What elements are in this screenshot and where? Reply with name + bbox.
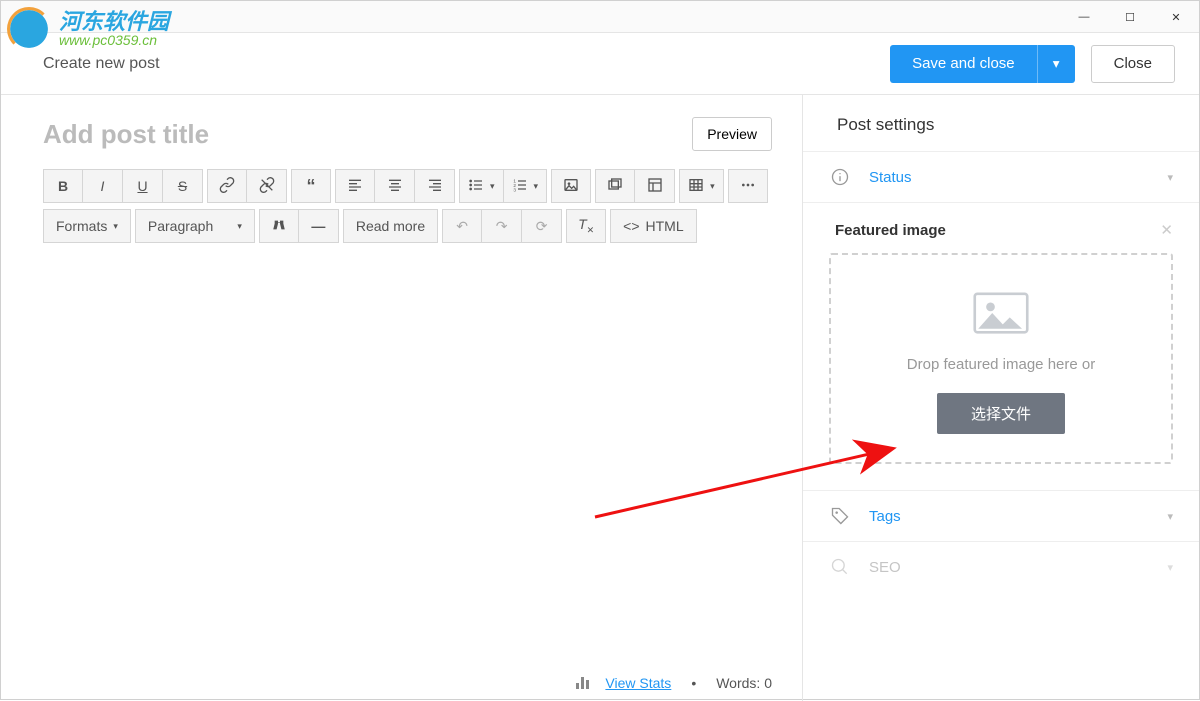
post-settings-sidebar: Post settings Status ▾ Featured image ✕ …: [803, 95, 1199, 701]
clear-format-icon: T✕: [578, 216, 594, 236]
underline-button[interactable]: U: [123, 169, 163, 203]
strikethrough-button[interactable]: S: [163, 169, 203, 203]
caret-down-icon: ▾: [237, 221, 242, 232]
hr-icon: —: [311, 218, 325, 234]
image-button[interactable]: [551, 169, 591, 203]
editor-content-area[interactable]: [43, 249, 772, 667]
dropzone-text: Drop featured image here or: [849, 356, 1153, 373]
caret-down-icon: ▾: [490, 181, 495, 192]
tags-panel-header[interactable]: Tags ▾: [803, 490, 1199, 541]
blockquote-button[interactable]: “: [291, 169, 331, 203]
image-icon: [563, 177, 579, 196]
info-icon: [829, 166, 851, 188]
dots-menu-button[interactable]: [728, 169, 768, 203]
align-left-icon: [347, 177, 363, 196]
tags-panel-label: Tags: [869, 508, 1149, 525]
window-maximize-button[interactable]: ☐: [1107, 1, 1153, 33]
tag-icon: [829, 505, 851, 527]
caret-down-icon: ▾: [113, 221, 118, 232]
binoculars-button[interactable]: [259, 209, 299, 243]
redo-icon: ↷: [496, 218, 508, 235]
media-gallery-button[interactable]: [595, 169, 635, 203]
align-right-button[interactable]: [415, 169, 455, 203]
quote-icon: “: [307, 176, 316, 197]
align-center-icon: [387, 177, 403, 196]
caret-down-icon: ▾: [1167, 171, 1173, 184]
image-placeholder-icon: [849, 291, 1153, 338]
window-titlebar: — ☐ ✕: [1, 1, 1199, 33]
formats-dropdown[interactable]: Formats▾: [43, 209, 131, 243]
history-button[interactable]: ⟳: [522, 209, 562, 243]
horizontal-rule-button[interactable]: —: [299, 209, 339, 243]
view-stats-link[interactable]: View Stats: [605, 675, 671, 691]
close-panel-icon[interactable]: ✕: [1160, 221, 1173, 239]
table-icon: [688, 177, 704, 196]
editor-toolbar-row-2: Formats▾ Paragraph▾ — Read more ↶ ↷ ⟳ T✕…: [43, 209, 772, 243]
unlink-icon: [259, 177, 275, 196]
featured-image-title: Featured image: [835, 222, 946, 239]
gallery-icon: [607, 177, 623, 196]
code-icon: <>: [623, 218, 639, 234]
binoculars-icon: [271, 217, 287, 236]
dots-horizontal-icon: [740, 177, 756, 196]
link-button[interactable]: [207, 169, 247, 203]
align-center-button[interactable]: [375, 169, 415, 203]
align-left-button[interactable]: [335, 169, 375, 203]
editor-area: Preview B I U S “ ▾: [1, 95, 803, 701]
bullet-list-icon: [468, 177, 484, 196]
window-minimize-button[interactable]: —: [1061, 1, 1107, 33]
stats-icon: [576, 677, 589, 689]
save-and-close-button[interactable]: Save and close: [890, 45, 1037, 83]
numbered-list-button[interactable]: 123 ▾: [504, 169, 548, 203]
seo-panel-label: SEO: [869, 559, 1149, 576]
post-title-input[interactable]: [43, 119, 692, 150]
featured-image-dropzone[interactable]: Drop featured image here or 选择文件: [829, 253, 1173, 464]
caret-down-icon: ▾: [1167, 561, 1173, 574]
page-header: Create new post Save and close ▾ Close: [1, 33, 1199, 95]
word-count-label: Words: 0: [716, 675, 772, 691]
featured-image-panel: Featured image ✕ Drop featured image her…: [803, 202, 1199, 490]
preview-button[interactable]: Preview: [692, 117, 772, 151]
undo-button[interactable]: ↶: [442, 209, 482, 243]
caret-down-icon: ▾: [534, 181, 539, 192]
read-more-button[interactable]: Read more: [343, 209, 438, 243]
undo-icon: ↶: [456, 218, 468, 235]
unlink-button[interactable]: [247, 169, 287, 203]
status-panel-header[interactable]: Status ▾: [803, 151, 1199, 202]
sidebar-title: Post settings: [803, 95, 1199, 151]
window-close-button[interactable]: ✕: [1153, 1, 1199, 33]
table-button[interactable]: ▾: [679, 169, 724, 203]
svg-text:3: 3: [513, 187, 516, 192]
seo-panel-header[interactable]: SEO ▾: [803, 541, 1199, 592]
align-right-icon: [427, 177, 443, 196]
module-icon: [647, 177, 663, 196]
bold-button[interactable]: B: [43, 169, 83, 203]
save-dropdown-button[interactable]: ▾: [1037, 45, 1075, 83]
choose-file-button[interactable]: 选择文件: [937, 393, 1065, 434]
italic-button[interactable]: I: [83, 169, 123, 203]
numbered-list-icon: 123: [512, 177, 528, 196]
editor-footer: View Stats • Words: 0: [43, 667, 772, 691]
redo-button[interactable]: ↷: [482, 209, 522, 243]
search-icon: [829, 556, 851, 578]
bullet-list-button[interactable]: ▾: [459, 169, 504, 203]
clear-formatting-button[interactable]: T✕: [566, 209, 606, 243]
html-source-button[interactable]: <>HTML: [610, 209, 696, 243]
paragraph-dropdown[interactable]: Paragraph▾: [135, 209, 255, 243]
caret-down-icon: ▾: [710, 181, 715, 192]
link-icon: [219, 177, 235, 196]
status-panel-label: Status: [869, 169, 1149, 186]
history-icon: ⟳: [536, 218, 548, 235]
caret-down-icon: ▾: [1167, 510, 1173, 523]
module-button[interactable]: [635, 169, 675, 203]
editor-toolbar: B I U S “ ▾ 123 ▾: [43, 169, 772, 203]
separator-dot: •: [691, 675, 696, 691]
page-title: Create new post: [43, 55, 160, 73]
close-button[interactable]: Close: [1091, 45, 1175, 83]
caret-down-icon: ▾: [1053, 56, 1060, 72]
